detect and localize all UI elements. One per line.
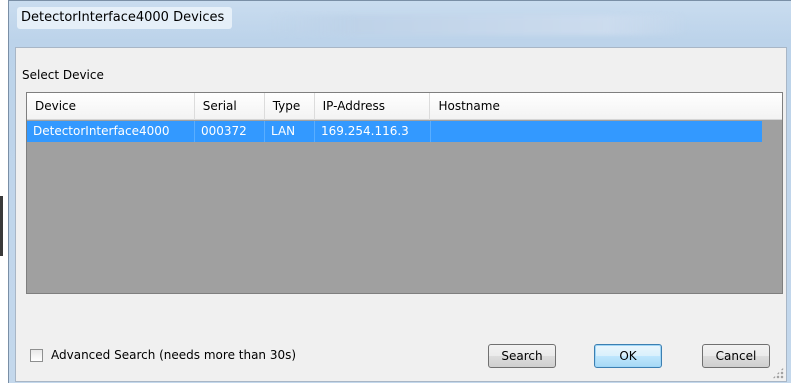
title-bar-background-blur (269, 15, 689, 35)
search-button[interactable]: Search (488, 344, 556, 368)
cancel-button[interactable]: Cancel (702, 344, 770, 368)
advanced-search-label: Advanced Search (needs more than 30s) (51, 348, 297, 362)
title-bar[interactable]: DetectorInterface4000 Devices (9, 1, 791, 47)
advanced-search-checkbox[interactable] (30, 348, 43, 362)
background-edge (0, 196, 3, 256)
column-header-ip-address[interactable]: IP-Address (315, 93, 431, 120)
column-header-device[interactable]: Device (27, 93, 195, 120)
column-header-type[interactable]: Type (265, 93, 315, 120)
dialog-client-area: Select Device Device Serial Type IP-Addr… (15, 47, 787, 382)
column-header-hostname[interactable]: Hostname (430, 93, 782, 120)
device-list[interactable]: Device Serial Type IP-Address Hostname D… (26, 92, 783, 294)
ok-button[interactable]: OK (594, 344, 662, 368)
device-row-selected[interactable]: DetectorInterface4000 000372 LAN 169.254… (27, 121, 762, 142)
device-list-header: Device Serial Type IP-Address Hostname (27, 93, 782, 120)
column-header-serial[interactable]: Serial (195, 93, 265, 120)
cell-serial: 000372 (195, 121, 265, 142)
cell-hostname (431, 121, 762, 142)
cell-type: LAN (265, 121, 315, 142)
dialog-window: DetectorInterface4000 Devices Select Dev… (8, 0, 791, 383)
cell-ip-address: 169.254.116.3 (315, 121, 431, 142)
select-device-label: Select Device (22, 68, 104, 82)
resize-grip[interactable] (772, 367, 784, 379)
advanced-search-option[interactable]: Advanced Search (needs more than 30s) (30, 348, 296, 362)
cell-device: DetectorInterface4000 (27, 121, 195, 142)
window-title: DetectorInterface4000 Devices (17, 7, 233, 29)
